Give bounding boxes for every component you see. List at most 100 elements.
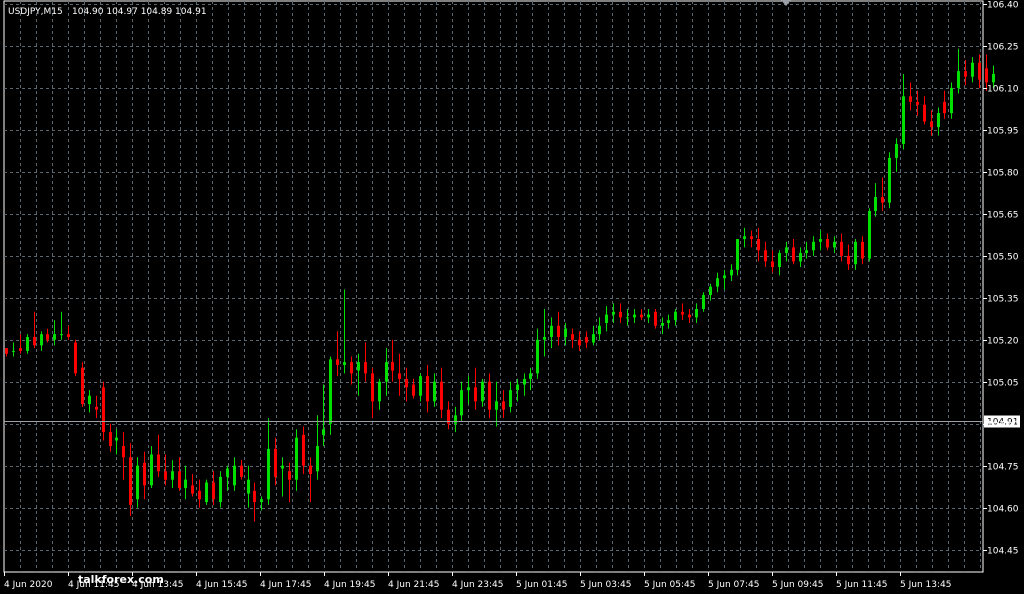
candle: [274, 437, 277, 486]
candle: [350, 356, 353, 385]
candle-body: [5, 348, 8, 354]
candle-body: [985, 68, 988, 83]
candle: [405, 367, 408, 402]
candle-body: [454, 415, 457, 424]
candle: [943, 90, 946, 119]
y-tick-label: 104.60: [987, 505, 1019, 515]
candle-body: [247, 479, 250, 494]
x-tick-label: 5 Jun 07:45: [708, 580, 759, 590]
candle: [371, 367, 374, 419]
candle: [385, 348, 388, 396]
candle: [157, 434, 160, 477]
candle-body: [757, 239, 760, 251]
candle: [695, 303, 698, 323]
candle: [647, 308, 650, 323]
candle-body: [612, 311, 615, 315]
candle: [854, 239, 857, 270]
candle: [178, 457, 181, 491]
candle-body: [398, 373, 401, 379]
candle-body: [316, 446, 319, 472]
candle-body: [412, 384, 415, 396]
x-tick-label: 4 Jun 23:45: [452, 580, 503, 590]
candle-body: [129, 457, 132, 505]
candle-body: [157, 454, 160, 472]
candle-body: [81, 367, 84, 405]
candle: [902, 73, 905, 150]
candle-body: [150, 454, 153, 486]
candle-body: [605, 314, 608, 323]
chart-window[interactable]: 104.91 106.40 106.25 106.10 105.95 105.80 105…: [0, 0, 1024, 594]
candle: [667, 314, 670, 329]
candle-body: [619, 311, 622, 318]
candle-body: [95, 406, 98, 410]
price-chart[interactable]: 104.91 106.40 106.25 106.10 105.95 105.80 105…: [0, 0, 1024, 594]
candle: [847, 244, 850, 270]
candle: [868, 208, 871, 262]
candle: [391, 339, 394, 382]
candle: [799, 247, 802, 268]
candle: [12, 342, 15, 357]
candle-body: [364, 362, 367, 374]
candle-body: [543, 336, 546, 340]
candle-body: [357, 362, 360, 371]
candle: [930, 110, 933, 136]
candle-body: [122, 446, 125, 458]
candle: [881, 177, 884, 212]
candle: [509, 381, 512, 413]
x-tick-label: 5 Jun 09:45: [772, 580, 823, 590]
candle: [578, 331, 581, 351]
candle-body: [750, 236, 753, 240]
candle-body: [205, 482, 208, 503]
candle-body: [536, 339, 539, 374]
candle: [874, 183, 877, 217]
candle: [233, 457, 236, 491]
candle: [571, 328, 574, 349]
candle: [336, 331, 339, 377]
candle-body: [371, 373, 374, 402]
candle-body: [178, 471, 181, 489]
candle: [523, 373, 526, 396]
candle-body: [488, 381, 491, 410]
candle-body: [943, 101, 946, 114]
candle-body: [109, 432, 112, 447]
candle: [598, 317, 601, 340]
candle-body: [812, 241, 815, 251]
candle-body: [978, 62, 981, 80]
symbol-label: USDJPY,M15: [8, 7, 63, 17]
candle: [654, 308, 657, 329]
candle-body: [67, 334, 70, 337]
candle: [81, 362, 84, 407]
candle-body: [378, 381, 381, 402]
candle-body: [578, 339, 581, 346]
candle: [950, 82, 953, 119]
chart-shift-marker-icon[interactable]: [781, 0, 791, 6]
candle: [819, 230, 822, 251]
x-tick-label: 5 Jun 03:45: [580, 580, 631, 590]
candle: [633, 308, 636, 323]
candle-body: [909, 96, 912, 102]
candle-body: [329, 359, 332, 424]
candle-body: [861, 241, 864, 259]
candle: [281, 457, 284, 497]
bid-line: 104.91: [4, 415, 1020, 428]
candle-body: [467, 387, 470, 391]
y-tick-label: 104.75: [987, 463, 1019, 473]
candle: [736, 239, 739, 276]
candle-body: [419, 376, 422, 396]
candle: [440, 367, 443, 419]
candle: [309, 457, 312, 503]
y-tick-label: 104.45: [987, 547, 1019, 557]
candle-body: [957, 71, 960, 88]
candle: [709, 283, 712, 301]
candle-body: [350, 362, 353, 374]
candle-body: [598, 325, 601, 335]
candle: [702, 292, 705, 312]
candle-body: [502, 401, 505, 410]
candle-body: [288, 471, 291, 480]
candle-body: [281, 465, 284, 469]
x-tick-label: 5 Jun 01:45: [516, 580, 567, 590]
x-tick-label: 5 Jun 13:45: [900, 580, 951, 590]
candle-body: [854, 241, 857, 265]
candle-body: [322, 429, 325, 435]
candle-body: [564, 328, 567, 337]
